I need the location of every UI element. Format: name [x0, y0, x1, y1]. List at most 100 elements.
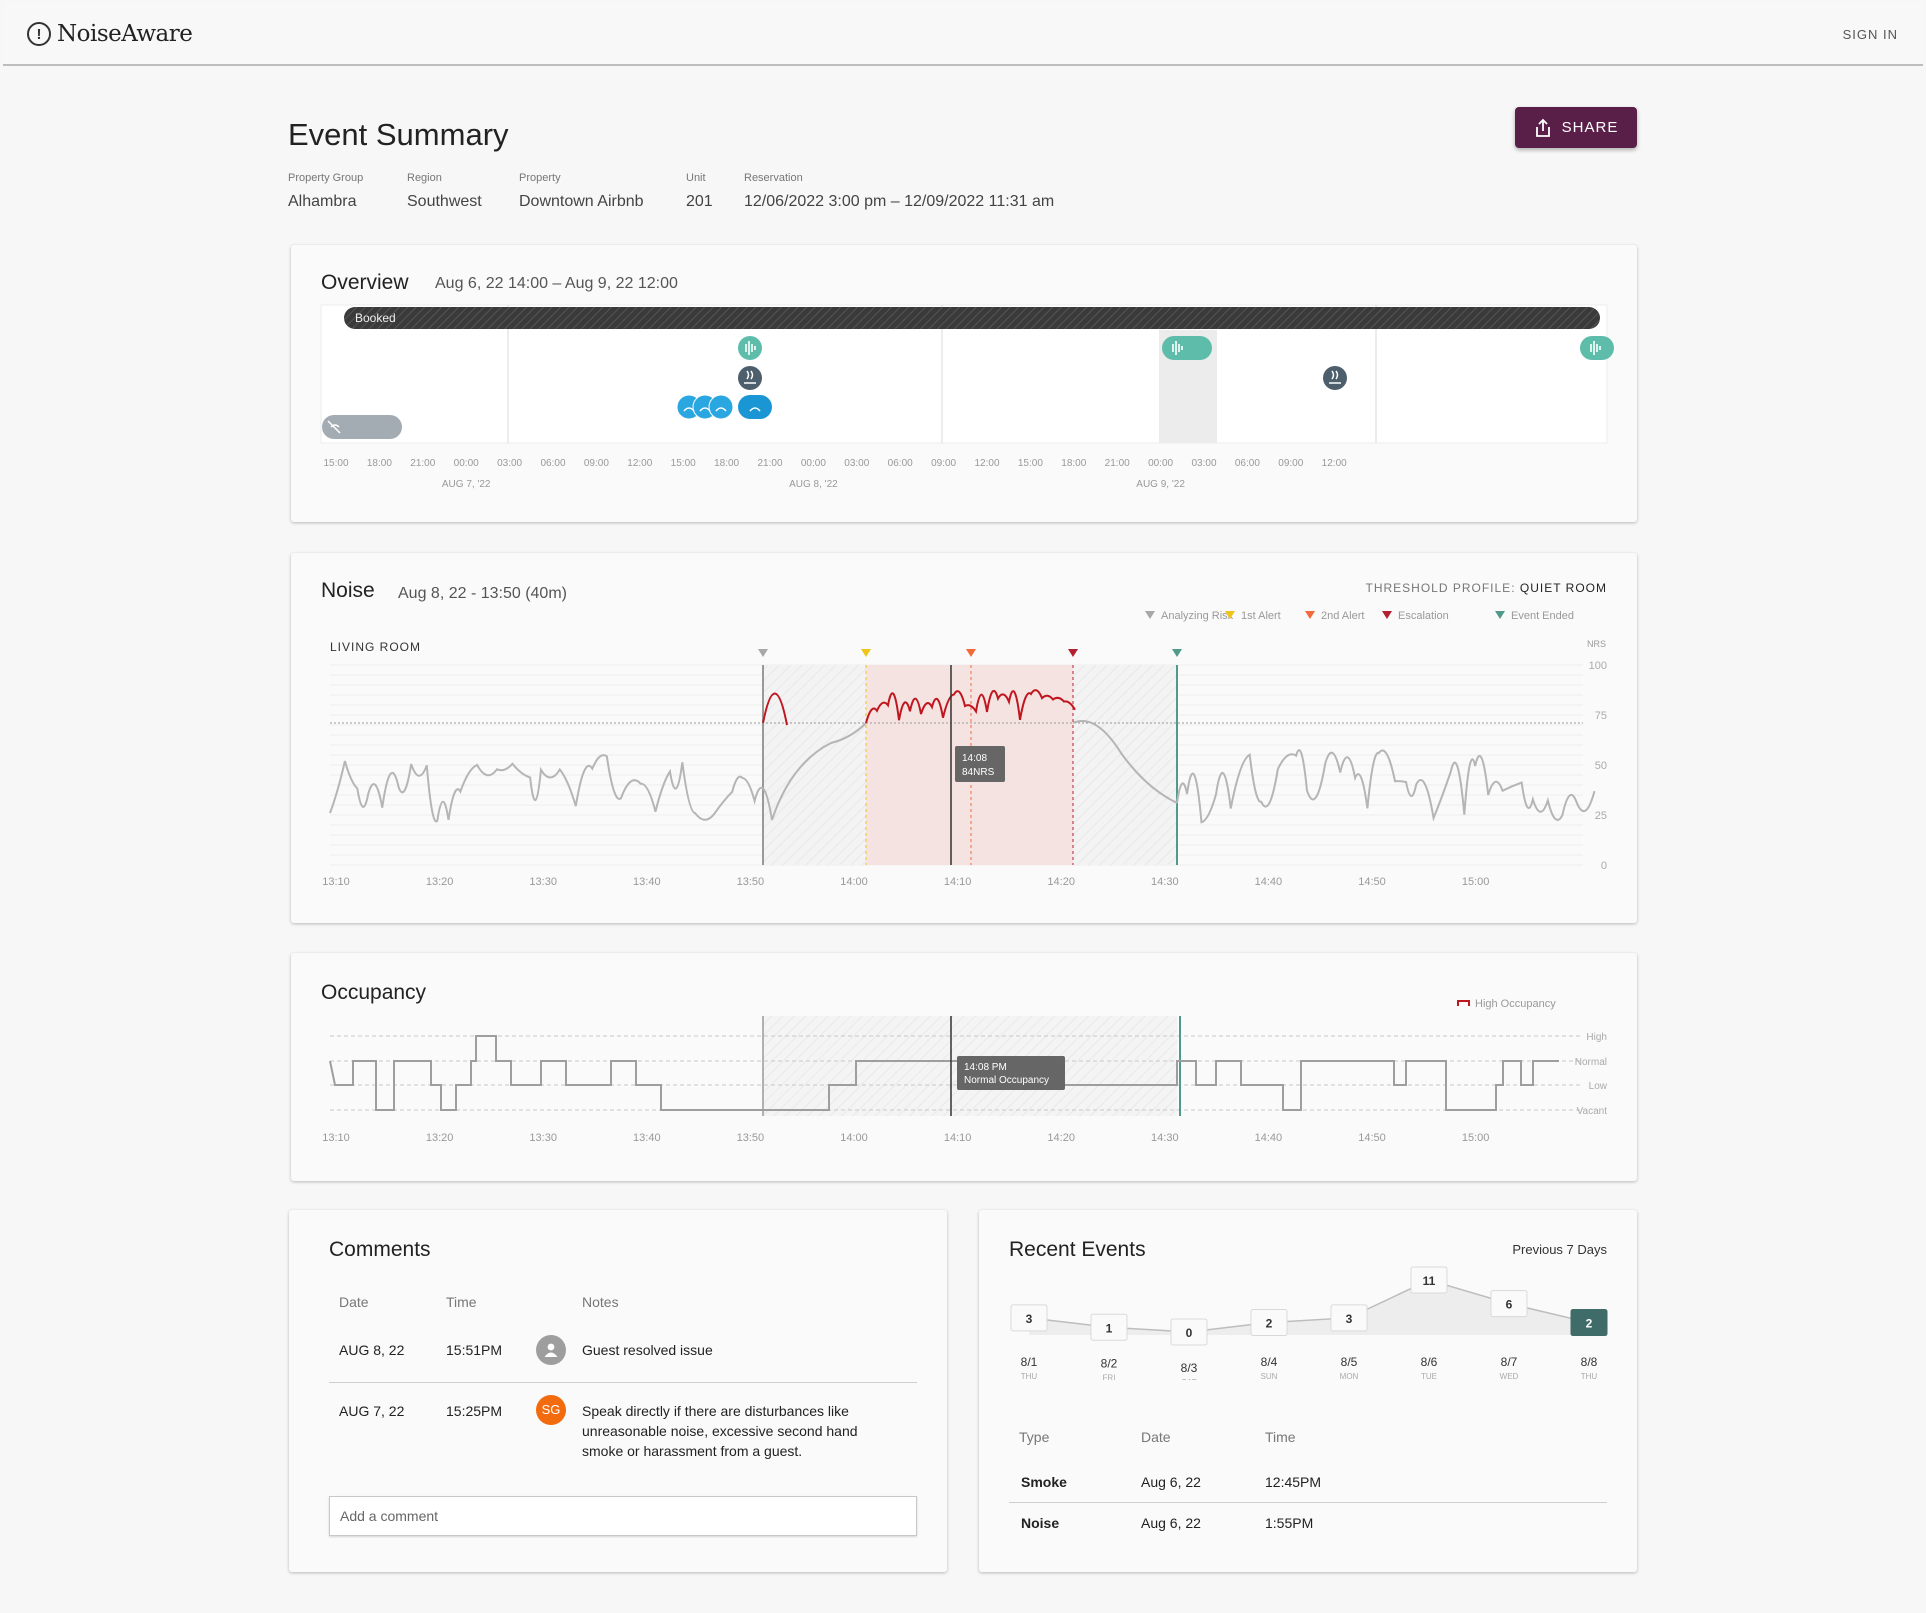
first-alert-marker-icon[interactable]	[861, 649, 871, 657]
day-count-value: 0	[1186, 1326, 1193, 1340]
comment-time: 15:25PM	[446, 1402, 503, 1419]
overview-time-tick: 06:00	[1235, 458, 1260, 469]
day-count-value: 11	[1423, 1274, 1436, 1288]
share-icon	[1535, 118, 1550, 137]
day-weekday-label: TUE	[1421, 1372, 1437, 1380]
day-date-label: 8/4	[1261, 1355, 1278, 1369]
day-count-value: 3	[1346, 1312, 1353, 1326]
x-tick: 14:20	[1047, 1132, 1075, 1144]
overview-time-tick: 03:00	[497, 458, 522, 469]
meta-key: Unit	[686, 172, 706, 184]
overview-timeline: Booked 15:00 18:00 21:00 00:00 03:00 06:…	[320, 304, 1614, 490]
x-tick: 13:10	[322, 1132, 350, 1144]
comment-time: 15:51PM	[446, 1341, 503, 1358]
legend-label: Event Ended	[1511, 610, 1574, 622]
recent-event-row[interactable]: Noise Aug 6, 22 1:55PM	[1009, 1502, 1607, 1544]
x-tick: 13:40	[633, 876, 661, 888]
legend-label: 2nd Alert	[1321, 610, 1364, 622]
x-tick: 14:40	[1255, 1132, 1283, 1144]
meta-unit: Unit 201	[686, 172, 713, 211]
level-label: Normal	[1575, 1057, 1607, 1068]
day-date-label: 8/8	[1581, 1355, 1598, 1369]
x-tick: 14:50	[1358, 876, 1386, 888]
y-tick: 100	[1589, 660, 1607, 672]
escalation-marker-icon[interactable]	[1068, 649, 1078, 657]
share-label: SHARE	[1561, 119, 1619, 136]
meta-property: Property Downtown Airbnb	[519, 172, 644, 211]
noise-y-axis: 100 75 50 25 0	[1589, 660, 1607, 872]
x-tick: 15:00	[1462, 1132, 1490, 1144]
day-weekday-label: SUN	[1261, 1372, 1278, 1380]
overview-time-axis: 15:00 18:00 21:00 00:00 03:00 06:00 09:00 12:00…	[323, 458, 1347, 469]
meta-key: Region	[407, 172, 442, 184]
meta-key: Property Group	[288, 172, 364, 184]
day-date-label: 8/6	[1421, 1355, 1438, 1369]
y-tick: 0	[1601, 860, 1607, 872]
x-tick: 13:40	[633, 1132, 661, 1144]
tooltip-time: 14:08 PM	[964, 1062, 1007, 1073]
offline-event-marker[interactable]	[322, 415, 402, 439]
overview-time-tick: 21:00	[757, 458, 782, 469]
smoke-event-marker[interactable]	[738, 366, 762, 390]
overview-time-tick: 15:00	[1018, 458, 1043, 469]
overview-time-tick: 15:00	[323, 458, 348, 469]
sign-in-link[interactable]: SIGN IN	[1843, 27, 1898, 42]
day-count-value: 2	[1266, 1317, 1273, 1331]
occupancy-event-markers[interactable]	[676, 394, 772, 420]
day-weekday-label: THU	[1021, 1372, 1038, 1380]
legend-label: Analyzing Risk	[1161, 610, 1234, 622]
meta-reservation: Reservation 12/06/2022 3:00 pm – 12/09/20…	[744, 172, 1054, 211]
x-tick: 14:40	[1255, 876, 1283, 888]
recent-events-card: Recent Events Previous 7 Days 3 8/1 THU 1 8/…	[979, 1210, 1637, 1572]
overview-card: Overview Aug 6, 22 14:00 – Aug 9, 22 12:…	[291, 245, 1637, 522]
analyzing-risk-marker-icon[interactable]	[758, 649, 768, 657]
post-alert-zone	[1073, 665, 1177, 865]
high-occupancy-legend-label: High Occupancy	[1475, 998, 1556, 1010]
add-comment-input[interactable]: Add a comment	[329, 1496, 917, 1536]
event-date: Aug 6, 22	[1141, 1515, 1201, 1532]
x-tick: 14:50	[1358, 1132, 1386, 1144]
y-unit: NRS	[1587, 639, 1606, 649]
overview-date-label: AUG 9, '22	[1136, 479, 1185, 490]
user-icon	[544, 1343, 558, 1357]
booked-label: Booked	[355, 311, 396, 325]
booked-bar[interactable]	[344, 307, 1600, 329]
x-tick: 14:00	[840, 1132, 868, 1144]
day-weekday-label: WED	[1500, 1372, 1519, 1380]
y-tick: 25	[1595, 810, 1607, 822]
comment-row[interactable]: AUG 7, 22 15:25PM SG Speak directly if t…	[329, 1382, 917, 1472]
legend-marker-icon	[1382, 611, 1392, 619]
col-notes: Notes	[582, 1294, 619, 1310]
occupancy-chart: High Occupancy 14:08 PM Normal Occupancy…	[322, 998, 1608, 1144]
overview-time-tick: 03:00	[1191, 458, 1216, 469]
occupancy-x-axis: 13:10 13:20 13:30 13:40 13:50 14:00 14:10 14:20…	[322, 1132, 1489, 1144]
day-date-label: 8/1	[1021, 1355, 1038, 1369]
legend-marker-icon	[1305, 611, 1315, 619]
meta-region: Region Southwest	[407, 172, 482, 211]
smoke-event-marker[interactable]	[1323, 366, 1347, 390]
second-alert-marker-icon[interactable]	[966, 649, 976, 657]
recent-event-row[interactable]: Smoke Aug 6, 22 12:45PM	[1009, 1454, 1607, 1502]
overview-time-tick: 06:00	[888, 458, 913, 469]
legend-marker-icon	[1145, 611, 1155, 619]
x-tick: 14:00	[840, 876, 868, 888]
brand-logo[interactable]: ! NoiseAware	[27, 21, 193, 47]
legend-label: Escalation	[1398, 610, 1449, 622]
comment-row[interactable]: AUG 8, 22 15:51PM Guest resolved issue	[329, 1318, 917, 1382]
overview-time-tick: 00:00	[454, 458, 479, 469]
noise-event-marker[interactable]	[738, 336, 762, 360]
col-time: Time	[1265, 1429, 1296, 1445]
occupancy-tooltip: 14:08 PM Normal Occupancy	[957, 1056, 1065, 1090]
comments-card: Comments Date Time Notes AUG 8, 22 15:51…	[289, 1210, 947, 1572]
noise-tooltip: 14:08 84NRS	[955, 746, 1005, 782]
tooltip-time: 14:08	[962, 753, 987, 764]
share-button[interactable]: SHARE	[1515, 107, 1637, 148]
overview-date-label: AUG 8, '22	[789, 479, 838, 490]
overview-time-tick: 21:00	[410, 458, 435, 469]
noise-event-marker[interactable]	[1580, 336, 1614, 360]
event-ended-marker-icon[interactable]	[1172, 649, 1182, 657]
occupancy-card: Occupancy High Occupancy 14:08 PM Normal…	[291, 953, 1637, 1181]
top-bar: ! NoiseAware SIGN IN	[3, 3, 1923, 66]
noise-event-marker[interactable]	[1162, 336, 1212, 360]
meta-value: Southwest	[407, 193, 482, 210]
